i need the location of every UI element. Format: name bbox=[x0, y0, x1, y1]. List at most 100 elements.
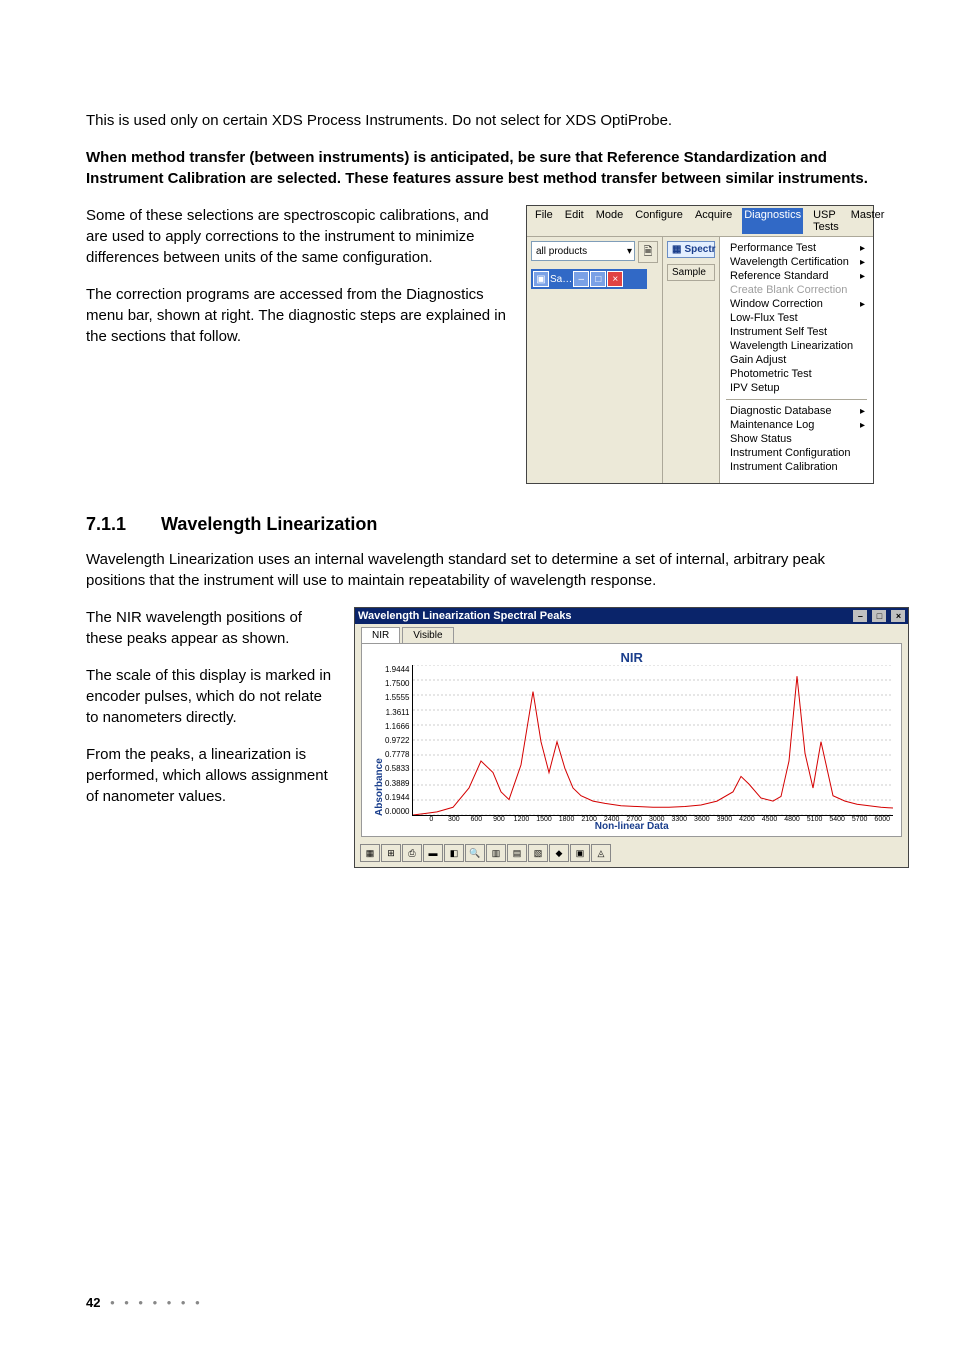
chart-toolbar: ▦ ⊞ ⎙ ▬ ◧ 🔍 ▥ ▤ ▧ ◆ ▣ ◬ bbox=[355, 841, 908, 867]
plot-title: NIR bbox=[370, 650, 893, 665]
menu-file[interactable]: File bbox=[533, 208, 555, 234]
para-peaks-linearization: From the peaks, a linearization is perfo… bbox=[86, 744, 336, 807]
mi-wavelength-certification[interactable]: Wavelength Certification ▸ bbox=[722, 255, 871, 269]
mi-maintenance-log[interactable]: Maintenance Log ▸ bbox=[722, 418, 871, 432]
footer-dots: • • • • • • • bbox=[110, 1295, 203, 1310]
para-scale: The scale of this display is marked in e… bbox=[86, 665, 336, 728]
y-axis-label: Absorbance bbox=[370, 665, 385, 816]
mi-instrument-calibration[interactable]: Instrument Calibration bbox=[722, 460, 871, 474]
tool-icon[interactable]: ◧ bbox=[444, 844, 464, 862]
mi-instrument-configuration[interactable]: Instrument Configuration bbox=[722, 446, 871, 460]
mi-wavelength-linearization[interactable]: Wavelength Linearization bbox=[722, 339, 871, 353]
close-icon[interactable]: × bbox=[607, 271, 623, 287]
print-icon[interactable]: ⎙ bbox=[402, 844, 422, 862]
para-wavelength-intro: Wavelength Linearization uses an interna… bbox=[86, 549, 874, 591]
mi-reference-standard[interactable]: Reference Standard ▸ bbox=[722, 269, 871, 283]
diagnostics-menu-screenshot: File Edit Mode Configure Acquire Diagnos… bbox=[526, 205, 874, 484]
mi-label: Instrument Self Test bbox=[730, 326, 827, 338]
section-number: 7.1.1 bbox=[86, 514, 156, 535]
section-heading: 7.1.1 Wavelength Linearization bbox=[86, 514, 874, 535]
submenu-arrow-icon: ▸ bbox=[860, 271, 865, 282]
submenu-arrow-icon: ▸ bbox=[860, 420, 865, 431]
page-number: 42 bbox=[86, 1295, 100, 1310]
products-dropdown-value: all products bbox=[536, 246, 587, 257]
mi-show-status[interactable]: Show Status bbox=[722, 432, 871, 446]
sa-window-bar: ▣ Sa… – □ × bbox=[531, 269, 647, 289]
mi-low-flux-test[interactable]: Low-Flux Test bbox=[722, 311, 871, 325]
spectr-button[interactable]: ▦ Spectr bbox=[667, 241, 715, 258]
spectr-button-label: Spectr bbox=[684, 244, 715, 255]
mi-label: Wavelength Linearization bbox=[730, 340, 853, 352]
tab-visible[interactable]: Visible bbox=[402, 627, 453, 643]
mi-label: Maintenance Log bbox=[730, 419, 814, 431]
mi-label: Show Status bbox=[730, 433, 792, 445]
tool-icon[interactable]: ▥ bbox=[486, 844, 506, 862]
menu-master[interactable]: Master bbox=[849, 208, 887, 234]
intro-paragraph: This is used only on certain XDS Process… bbox=[86, 110, 874, 131]
tool-icon[interactable]: ⊞ bbox=[381, 844, 401, 862]
mi-label: Instrument Configuration bbox=[730, 447, 850, 459]
chevron-down-icon: ▾ bbox=[627, 246, 632, 257]
section-title: Wavelength Linearization bbox=[161, 514, 377, 534]
close-icon[interactable]: × bbox=[891, 610, 905, 622]
new-doc-button[interactable]: 🗎 bbox=[638, 241, 658, 263]
tool-icon[interactable]: ▦ bbox=[360, 844, 380, 862]
submenu-arrow-icon: ▸ bbox=[860, 243, 865, 254]
para-some-selections: Some of these selections are spectroscop… bbox=[86, 205, 508, 268]
menu-configure[interactable]: Configure bbox=[633, 208, 685, 234]
tool-icon[interactable]: ▧ bbox=[528, 844, 548, 862]
zoom-icon[interactable]: 🔍 bbox=[465, 844, 485, 862]
bold-paragraph: When method transfer (between instrument… bbox=[86, 147, 874, 189]
menu-mode[interactable]: Mode bbox=[594, 208, 626, 234]
menu-edit[interactable]: Edit bbox=[563, 208, 586, 234]
tool-icon[interactable]: ▬ bbox=[423, 844, 443, 862]
minimize-icon[interactable]: – bbox=[573, 271, 589, 287]
mi-label: Gain Adjust bbox=[730, 354, 786, 366]
submenu-arrow-icon: ▸ bbox=[860, 257, 865, 268]
mi-ipv-setup[interactable]: IPV Setup bbox=[722, 381, 871, 395]
spectrum-plot bbox=[412, 665, 893, 816]
mi-window-correction[interactable]: Window Correction ▸ bbox=[722, 297, 871, 311]
sa-icon: ▣ bbox=[533, 271, 549, 287]
mi-label: Wavelength Certification bbox=[730, 256, 849, 268]
maximize-icon[interactable]: □ bbox=[872, 610, 886, 622]
tool-icon[interactable]: ▤ bbox=[507, 844, 527, 862]
doc-icon: 🗎 bbox=[644, 243, 653, 262]
mi-instrument-self-test[interactable]: Instrument Self Test bbox=[722, 325, 871, 339]
mi-label: Reference Standard bbox=[730, 270, 828, 282]
mi-diagnostic-database[interactable]: Diagnostic Database▸ bbox=[722, 404, 871, 418]
minimize-icon[interactable]: – bbox=[853, 610, 867, 622]
sample-button[interactable]: Sample bbox=[667, 264, 715, 281]
mi-label: Window Correction bbox=[730, 298, 823, 310]
sa-label: Sa… bbox=[550, 274, 572, 285]
mi-label: Create Blank Correction bbox=[730, 284, 847, 296]
mi-gain-adjust[interactable]: Gain Adjust bbox=[722, 353, 871, 367]
para-correction: The correction programs are accessed fro… bbox=[86, 284, 508, 347]
mi-label: Instrument Calibration bbox=[730, 461, 838, 473]
submenu-arrow-icon: ▸ bbox=[860, 299, 865, 310]
mi-label: Performance Test bbox=[730, 242, 816, 254]
chart-window-title: Wavelength Linearization Spectral Peaks bbox=[358, 610, 572, 622]
menu-acquire[interactable]: Acquire bbox=[693, 208, 734, 234]
y-axis-ticks: 1.94441.75001.55551.36111.16660.97220.77… bbox=[385, 665, 412, 816]
tool-icon[interactable]: ◬ bbox=[591, 844, 611, 862]
maximize-icon[interactable]: □ bbox=[590, 271, 606, 287]
chart-icon: ▦ bbox=[672, 244, 681, 255]
menu-bar: File Edit Mode Configure Acquire Diagnos… bbox=[527, 206, 873, 237]
mi-label: Photometric Test bbox=[730, 368, 812, 380]
products-dropdown[interactable]: all products ▾ bbox=[531, 241, 635, 261]
submenu-arrow-icon: ▸ bbox=[860, 406, 865, 417]
mi-performance-test[interactable]: Performance Test ▸ bbox=[722, 241, 871, 255]
menu-separator bbox=[726, 399, 867, 400]
diagnostics-dropdown: Performance Test ▸ Wavelength Certificati… bbox=[719, 237, 873, 483]
tab-nir[interactable]: NIR bbox=[361, 627, 400, 643]
tool-icon[interactable]: ◆ bbox=[549, 844, 569, 862]
menu-diagnostics[interactable]: Diagnostics bbox=[742, 208, 803, 234]
spectrum-line bbox=[413, 676, 893, 815]
tool-icon[interactable]: ▣ bbox=[570, 844, 590, 862]
mi-photometric-test[interactable]: Photometric Test bbox=[722, 367, 871, 381]
para-nir-positions: The NIR wavelength positions of these pe… bbox=[86, 607, 336, 649]
wavelength-linearization-chart: Wavelength Linearization Spectral Peaks … bbox=[354, 607, 909, 868]
menu-usp-tests[interactable]: USP Tests bbox=[811, 208, 841, 234]
mi-label: IPV Setup bbox=[730, 382, 780, 394]
